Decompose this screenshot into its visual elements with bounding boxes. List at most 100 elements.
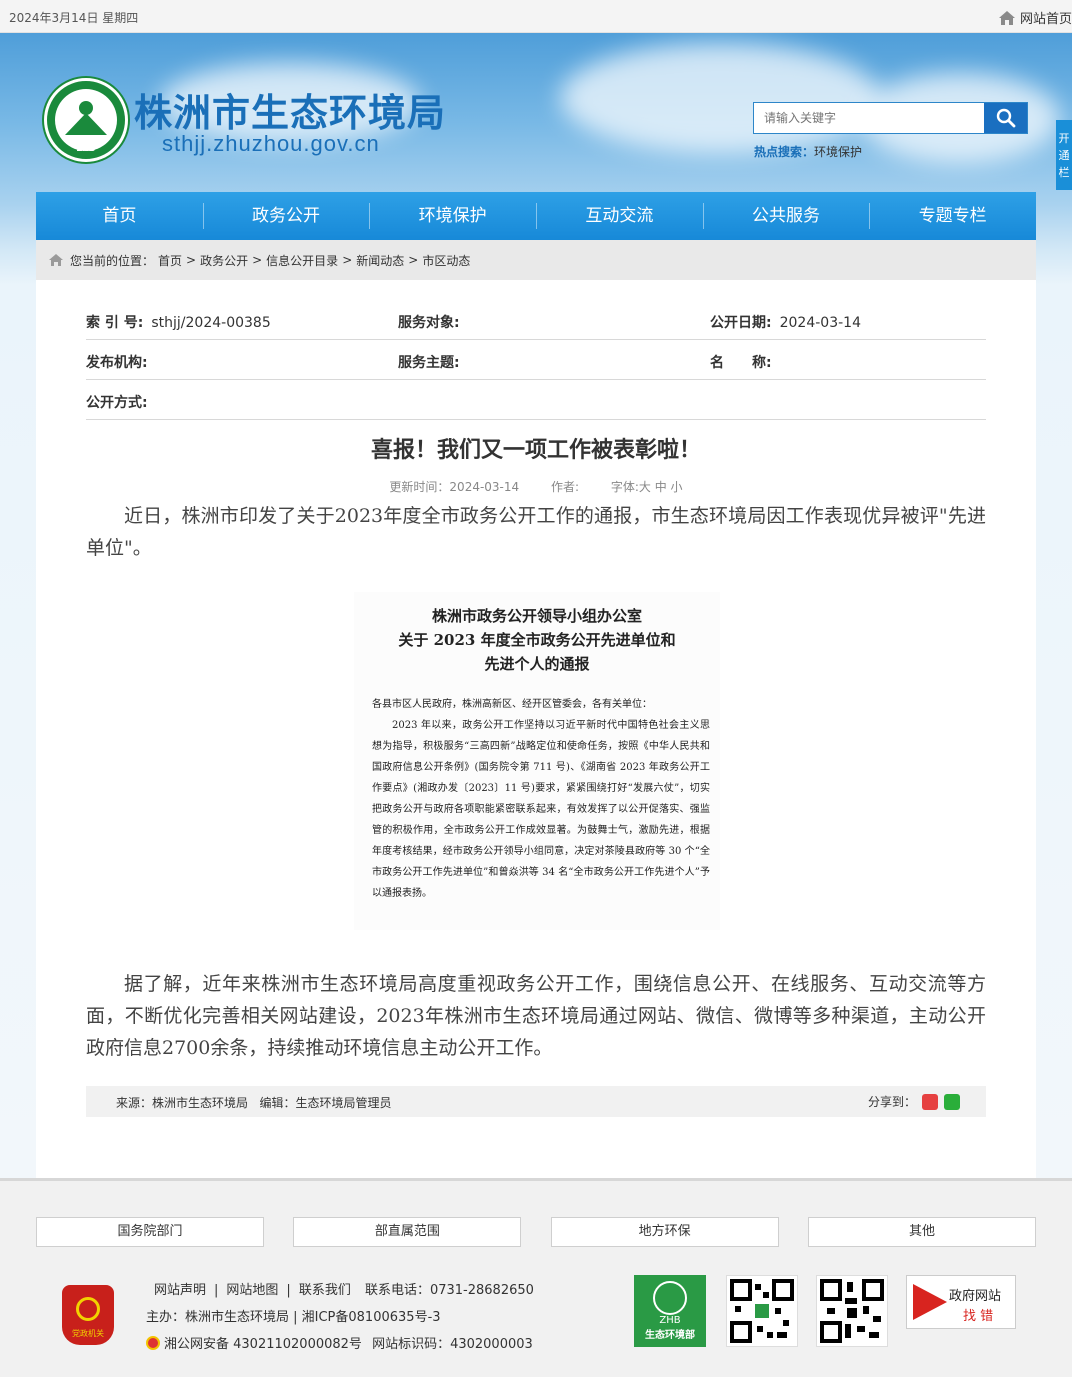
- footer: 国务院部门 部直属范围 地方环保 其他 党政机关 网站声明 | 网站地图 | 联系我们 …: [0, 1178, 1072, 1377]
- qr-code-icon: [820, 1279, 884, 1343]
- breadcrumb-separator: >: [342, 253, 353, 267]
- editor-label: 编辑：生态环境局管理员: [259, 1096, 392, 1110]
- qr-code-wechat: [726, 1275, 798, 1347]
- hot-search-keyword[interactable]: 环境保护: [814, 145, 862, 159]
- police-badge-icon: [146, 1336, 160, 1350]
- share-label: 分享到：: [867, 1095, 916, 1109]
- footer-link-selects: 国务院部门 部直属范围 地方环保 其他: [36, 1217, 1036, 1247]
- home-icon: [49, 254, 63, 266]
- footer-link-sitemap[interactable]: 网站地图: [226, 1283, 278, 1298]
- notice-document-image: 株洲市政务公开领导小组办公室 关于 2023 年度全市政务公开先进单位和 先进个…: [354, 592, 720, 930]
- side-floating-tab[interactable]: 开通栏: [1056, 120, 1072, 190]
- weibo-share-icon[interactable]: [922, 1093, 938, 1110]
- site-home-link[interactable]: 网站首页: [998, 8, 1072, 27]
- info-row: 发布机构: 服务主题: 名 称:: [86, 340, 986, 380]
- logo-emblem: [55, 89, 117, 151]
- nav-item-public-service[interactable]: 公共服务: [702, 192, 870, 240]
- publisher-label: 发布机构:: [86, 355, 148, 371]
- font-size-switch[interactable]: 字体:大 中 小: [611, 480, 683, 494]
- info-row: 索 引 号: sthjj/2024-00385 服务对象: 公开日期: 2024-0…: [86, 300, 986, 340]
- footer-phone: 联系电话：0731-28682650: [364, 1283, 534, 1298]
- date-label: 公开日期:: [710, 315, 772, 331]
- topic-field: 服务主题:: [398, 352, 468, 372]
- badge-emblem-icon: [76, 1297, 100, 1321]
- breadcrumb-separator: >: [186, 253, 197, 267]
- site-home-label[interactable]: 网站首页: [1020, 8, 1072, 27]
- nav-item-topics[interactable]: 专题专栏: [869, 192, 1036, 240]
- search-icon: [996, 108, 1015, 128]
- footer-link-statement[interactable]: 网站声明: [154, 1283, 206, 1298]
- footer-select-other[interactable]: 其他: [807, 1217, 1036, 1247]
- footer-row-3: 湘公网安备 43021102000082号 网站标识码：4302000003: [146, 1331, 534, 1358]
- mountain-icon: [65, 113, 107, 135]
- site-name[interactable]: 株洲市生态环境局: [134, 82, 446, 137]
- topic-label: 服务主题:: [398, 355, 460, 371]
- article-paragraph: 近日，株洲市印发了关于2023年度全市政务公开工作的通报，市生态环境局因工作表现…: [86, 505, 986, 559]
- report-error-action: 找 错: [963, 1309, 994, 1324]
- footer-police-record[interactable]: 湘公网安备 43021102000082号: [164, 1337, 362, 1352]
- mode-label: 公开方式:: [86, 395, 148, 411]
- article-title: 喜报！我们又一项工作被表彰啦！: [370, 438, 701, 463]
- nav-item-home[interactable]: 首页: [36, 192, 203, 240]
- source-info: 来源：株洲市生态环境局 编辑：生态环境局管理员: [116, 1094, 391, 1111]
- update-time: 更新时间：2024-03-14: [389, 480, 520, 494]
- footer-select-local[interactable]: 地方环保: [550, 1217, 779, 1247]
- info-row: 公开方式:: [86, 380, 986, 420]
- footer-site-id: 网站标识码：4302000003: [372, 1337, 533, 1352]
- search-button[interactable]: [984, 103, 1027, 133]
- doc-heading: 关于 2023 年度全市政务公开先进单位和: [398, 631, 676, 649]
- search-input[interactable]: [754, 103, 986, 133]
- article-content: 索 引 号: sthjj/2024-00385 服务对象: 公开日期: 2024-0…: [36, 280, 1036, 1178]
- mode-field: 公开方式:: [86, 392, 156, 412]
- site-url: sthjj.zhuzhou.gov.cn: [162, 131, 380, 156]
- breadcrumb-separator: >: [408, 253, 419, 267]
- doc-text: 2023 年以来，政务公开工作坚持以习近平新时代中国特色社会主义思想为指导，积极…: [372, 720, 710, 899]
- logo-text: ZHB: [76, 143, 96, 153]
- nav-item-interaction[interactable]: 互动交流: [536, 192, 703, 240]
- current-date: 2024年3月14日 星期四: [9, 11, 139, 25]
- date-value: 2024-03-14: [779, 315, 861, 331]
- qr-code-weibo: [816, 1275, 888, 1347]
- source-label: 来源：株洲市生态环境局: [116, 1096, 249, 1110]
- info-table: 索 引 号: sthjj/2024-00385 服务对象: 公开日期: 2024-0…: [86, 300, 986, 420]
- nav-item-gov-affairs[interactable]: 政务公开: [202, 192, 370, 240]
- footer-select-ministry[interactable]: 部直属范围: [293, 1217, 522, 1247]
- hot-search-label: 热点搜索：: [754, 145, 815, 159]
- target-label: 服务对象:: [398, 315, 460, 331]
- footer-link-contact[interactable]: 联系我们: [299, 1283, 351, 1298]
- target-field: 服务对象:: [398, 312, 468, 332]
- author-label: 作者:: [551, 480, 580, 494]
- search-box: [753, 102, 1028, 134]
- doc-addressee: 各县市区人民政府，株洲高新区、经开区管委会，各有关单位：: [372, 699, 652, 710]
- name-field: 名 称:: [710, 352, 780, 372]
- party-gov-badge[interactable]: 党政机关: [62, 1285, 114, 1345]
- article-subinfo: 更新时间：2024-03-14 作者: 字体:大 中 小: [36, 478, 1036, 495]
- doc-heading: 株洲市政务公开领导小组办公室: [431, 607, 642, 625]
- breadcrumb-separator: >: [252, 253, 263, 267]
- badge-text: 党政机关: [72, 1329, 104, 1338]
- name-label: 名 称:: [710, 355, 772, 371]
- publisher-field: 发布机构:: [86, 352, 156, 372]
- index-field: 索 引 号: sthjj/2024-00385: [86, 312, 271, 332]
- cloud-decoration: [560, 43, 880, 153]
- breadcrumb-news[interactable]: 新闻动态: [356, 252, 404, 269]
- top-bar: 2024年3月14日 星期四 网站首页: [0, 0, 1072, 33]
- hot-search: 热点搜索：环境保护: [754, 143, 862, 160]
- qr-code-icon: [730, 1279, 794, 1343]
- breadcrumb-city-news[interactable]: 市区动态: [422, 252, 470, 269]
- wechat-share-icon[interactable]: [944, 1093, 960, 1110]
- doc-heading: 先进个人的通报: [484, 655, 590, 673]
- breadcrumb-prefix: 您当前的位置：: [70, 253, 155, 268]
- breadcrumb-home[interactable]: 首页: [158, 252, 182, 269]
- breadcrumb-catalog[interactable]: 信息公开目录: [266, 252, 338, 269]
- breadcrumb-gov-affairs[interactable]: 政务公开: [200, 252, 248, 269]
- index-value: sthjj/2024-00385: [151, 315, 271, 331]
- site-logo[interactable]: ZHB: [44, 78, 128, 162]
- article-paragraph: 据了解，近年来株洲市生态环境局高度重视政务公开工作，围绕信息公开、在线服务、互动…: [86, 973, 986, 1059]
- footer-info: 网站声明 | 网站地图 | 联系我们 联系电话：0731-28682650 主办：株洲市…: [146, 1277, 534, 1358]
- footer-select-state-council[interactable]: 国务院部门: [36, 1217, 264, 1247]
- gov-site-report-error[interactable]: 政府网站 找 错: [906, 1275, 1016, 1329]
- zhb-ministry-logo[interactable]: ZHB 生态环境部: [634, 1275, 706, 1347]
- doc-body: 各县市区人民政府，株洲高新区、经开区管委会，各有关单位： 2023 年以来，政务…: [354, 694, 720, 904]
- nav-item-environment[interactable]: 环境保护: [369, 192, 536, 240]
